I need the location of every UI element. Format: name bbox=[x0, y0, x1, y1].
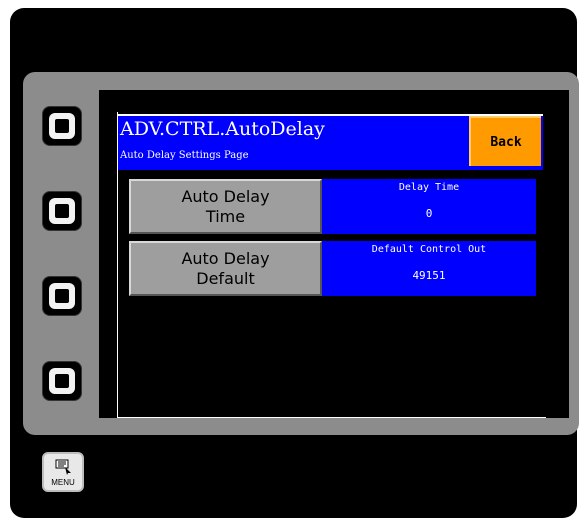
button-label-line2: Time bbox=[205, 206, 246, 226]
field-label: Delay Time bbox=[398, 182, 460, 193]
button-label-line2: Default bbox=[196, 268, 255, 288]
menu-label: MENU bbox=[51, 478, 75, 487]
auto-delay-time-button[interactable]: Auto Delay Time bbox=[129, 179, 322, 234]
back-button[interactable]: Back bbox=[469, 116, 541, 166]
square-key-icon bbox=[49, 198, 75, 224]
page-title: ADV.CTRL.AutoDelay bbox=[120, 118, 325, 140]
auto-delay-default-button[interactable]: Auto Delay Default bbox=[129, 241, 322, 296]
side-soft-key-2[interactable] bbox=[43, 192, 81, 230]
button-label-line1: Auto Delay bbox=[181, 248, 270, 268]
side-soft-key-3[interactable] bbox=[43, 277, 81, 315]
side-soft-key-1[interactable] bbox=[43, 107, 81, 145]
page-subtitle: Auto Delay Settings Page bbox=[120, 150, 249, 161]
square-key-icon bbox=[49, 283, 75, 309]
delay-time-field: Delay Time 0 bbox=[322, 179, 536, 234]
square-key-icon bbox=[49, 113, 75, 139]
field-label: Default Control Out bbox=[371, 244, 487, 255]
square-key-icon bbox=[49, 368, 75, 394]
default-control-out-field: Default Control Out 49151 bbox=[322, 241, 536, 296]
field-value: 0 bbox=[425, 207, 433, 220]
menu-icon bbox=[55, 459, 71, 475]
button-label-line1: Auto Delay bbox=[181, 186, 270, 206]
side-soft-key-4[interactable] bbox=[43, 362, 81, 400]
menu-button[interactable]: MENU bbox=[42, 452, 84, 492]
field-value: 49151 bbox=[412, 269, 446, 282]
